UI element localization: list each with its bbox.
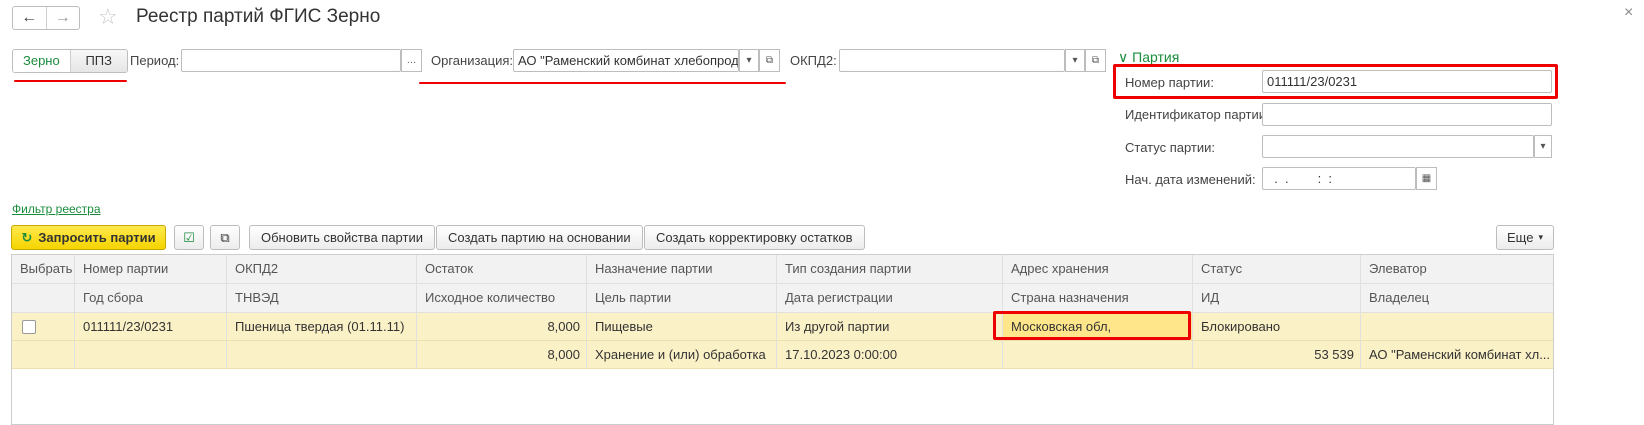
mode-ppz-button[interactable]: ППЗ [70,50,127,72]
period-label: Период: [130,53,180,68]
table-cell[interactable]: Хранение и (или) обработка [587,341,777,368]
table-cell[interactable]: Блокировано [1193,313,1361,340]
create-adjustment-button[interactable]: Создать корректировку остатков [644,225,865,250]
header-cell[interactable]: Год сбора [75,284,227,312]
header-cell[interactable] [12,284,75,312]
forward-button[interactable]: → [45,7,80,29]
header-cell[interactable]: ТНВЭД [227,284,417,312]
select-all-button[interactable]: ☑ [174,225,204,250]
request-parties-label: Запросить партии [38,230,156,245]
party-id-input[interactable] [1262,103,1552,126]
okpd2-label: ОКПД2: [790,53,837,68]
change-date-input[interactable]: . . : : [1262,167,1416,190]
chevron-down-icon: ▾ [1538,232,1543,242]
header-cell[interactable]: Остаток [417,255,587,283]
table-cell[interactable]: 17.10.2023 0:00:00 [777,341,1003,368]
header-cell[interactable]: Элеватор [1361,255,1553,283]
back-button[interactable]: ← [13,7,46,29]
check-list-icon: ☑ [183,229,195,245]
table-cell[interactable] [75,341,227,368]
organization-label: Организация: [431,53,514,68]
update-party-button[interactable]: Обновить свойства партии [249,225,435,250]
change-date-label: Нач. дата изменений: [1125,172,1256,187]
header-cell[interactable]: Дата регистрации [777,284,1003,312]
create-based-button[interactable]: Создать партию на основании [436,225,643,250]
parties-table: Выбрать Номер партии ОКПД2 Остаток Назна… [11,254,1554,425]
organization-dropdown-button[interactable]: ▾ [739,49,759,72]
mode-grain-button[interactable]: Зерно [13,50,71,72]
party-status-label: Статус партии: [1125,140,1216,155]
copy-button[interactable]: ⧉ [210,225,240,250]
history-nav: ← → [12,6,80,30]
table-header-row: Выбрать Номер партии ОКПД2 Остаток Назна… [12,255,1553,284]
more-label: Еще [1507,230,1534,245]
mode-switch: Зерно ППЗ [12,49,128,73]
copy-icon: ⧉ [220,229,230,245]
header-cell[interactable]: ИД [1193,284,1361,312]
period-select-button[interactable]: … [401,49,422,72]
request-parties-button[interactable]: ↻ Запросить партии [11,225,166,250]
party-status-dropdown-button[interactable]: ▾ [1534,135,1552,158]
header-cell[interactable]: Адрес хранения [1003,255,1193,283]
close-icon[interactable]: × [1624,4,1633,22]
table-cell[interactable] [1361,313,1553,340]
calendar-icon[interactable]: ▦ [1416,167,1437,190]
party-group-title: Партия [1132,49,1180,65]
party-number-input[interactable]: 011111/23/0231 [1262,70,1552,93]
table-cell[interactable]: Из другой партии [777,313,1003,340]
table-header-row: Год сбора ТНВЭД Исходное количество Цель… [12,284,1553,313]
party-status-input[interactable] [1262,135,1534,158]
table-cell[interactable] [12,341,75,368]
window-title: Реестр партий ФГИС Зерно [136,6,381,27]
organization-input[interactable]: АО "Раменский комбинат хлебопродуктов" [513,49,739,72]
red-underline [14,80,127,82]
period-input[interactable] [181,49,401,72]
table-cell[interactable]: Пищевые [587,313,777,340]
header-cell[interactable]: Номер партии [75,255,227,283]
header-cell[interactable]: Исходное количество [417,284,587,312]
table-cell[interactable]: 011111/23/0231 [75,313,227,340]
address-highlight [993,311,1191,340]
header-cell[interactable]: Тип создания партии [777,255,1003,283]
header-cell[interactable]: ОКПД2 [227,255,417,283]
okpd2-input[interactable] [839,49,1065,72]
header-cell[interactable]: Владелец [1361,284,1553,312]
okpd2-open-button[interactable]: ⧉ [1085,49,1106,72]
header-cell[interactable]: Статус [1193,255,1361,283]
table-cell[interactable]: 8,000 [417,313,587,340]
okpd2-dropdown-button[interactable]: ▾ [1065,49,1085,72]
header-cell[interactable]: Выбрать [12,255,75,283]
select-checkbox[interactable] [22,320,36,334]
chevron-down-icon: ∨ [1118,49,1129,65]
favorite-star-icon[interactable]: ☆ [98,4,118,30]
table-cell[interactable]: Пшеница твердая (01.11.11) [227,313,417,340]
red-underline [419,82,786,84]
header-cell[interactable]: Назначение партии [587,255,777,283]
select-cell[interactable] [12,313,75,340]
table-cell[interactable]: 8,000 [417,341,587,368]
registry-filter-link[interactable]: Фильтр реестра [12,202,101,216]
table-row[interactable]: 011111/23/0231 Пшеница твердая (01.11.11… [12,313,1553,341]
table-cell[interactable] [1003,341,1193,368]
table-cell[interactable]: 53 539 [1193,341,1361,368]
header-cell[interactable]: Цель партии [587,284,777,312]
table-cell[interactable] [227,341,417,368]
more-button[interactable]: Еще ▾ [1496,225,1554,250]
refresh-icon: ↻ [21,229,33,245]
party-id-label: Идентификатор партии: [1125,107,1270,122]
header-cell[interactable]: Страна назначения [1003,284,1193,312]
organization-open-button[interactable]: ⧉ [759,49,780,72]
party-number-label: Номер партии: [1125,75,1214,90]
table-row[interactable]: 8,000 Хранение и (или) обработка 17.10.2… [12,341,1553,369]
table-cell[interactable]: АО "Раменский комбинат хл... [1361,341,1553,368]
